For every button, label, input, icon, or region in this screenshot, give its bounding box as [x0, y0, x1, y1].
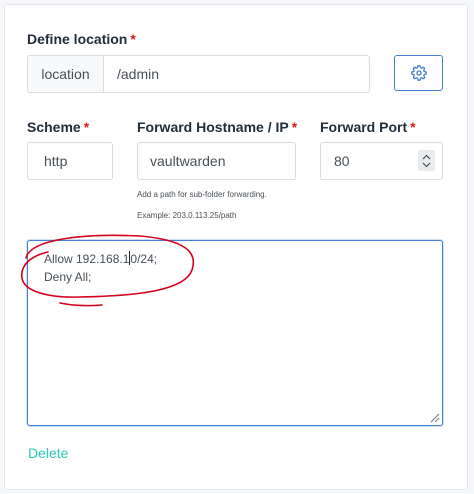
- forward-hostname-label: Forward Hostname / IP *: [137, 119, 298, 135]
- hostname-example-text: Example: 203.0.113.25/path: [137, 211, 237, 220]
- resize-handle-icon[interactable]: [428, 411, 440, 423]
- advanced-config-textarea[interactable]: Allow 192.168.10/24; Deny All;: [27, 240, 443, 426]
- required-mark: *: [130, 31, 136, 47]
- hostname-help-text: Add a path for sub-folder forwarding.: [137, 190, 267, 199]
- gear-icon: [410, 65, 427, 81]
- config-line-2: Deny All;: [44, 270, 92, 284]
- required-mark: *: [291, 119, 298, 135]
- scheme-input[interactable]: http: [27, 142, 113, 180]
- forward-hostname-input[interactable]: vaultwarden: [137, 142, 296, 180]
- chevron-down-icon[interactable]: [422, 162, 431, 168]
- scheme-label: Scheme *: [27, 119, 90, 135]
- required-mark: *: [83, 119, 90, 135]
- define-location-label: Define location *: [27, 31, 136, 47]
- required-mark: *: [410, 119, 416, 135]
- advanced-settings-button[interactable]: [394, 55, 443, 91]
- location-prefix: location: [27, 55, 103, 93]
- forward-port-value: 80: [334, 153, 350, 169]
- forward-port-input[interactable]: 80: [320, 142, 443, 180]
- forward-port-label: Forward Port *: [320, 119, 416, 135]
- location-input-group: location /admin: [27, 55, 370, 93]
- port-stepper[interactable]: [418, 150, 435, 171]
- config-line-1: Allow 192.168.10/24;: [44, 251, 158, 266]
- location-path-input[interactable]: /admin: [103, 55, 370, 93]
- delete-link[interactable]: Delete: [28, 445, 68, 461]
- chevron-up-icon[interactable]: [422, 154, 431, 160]
